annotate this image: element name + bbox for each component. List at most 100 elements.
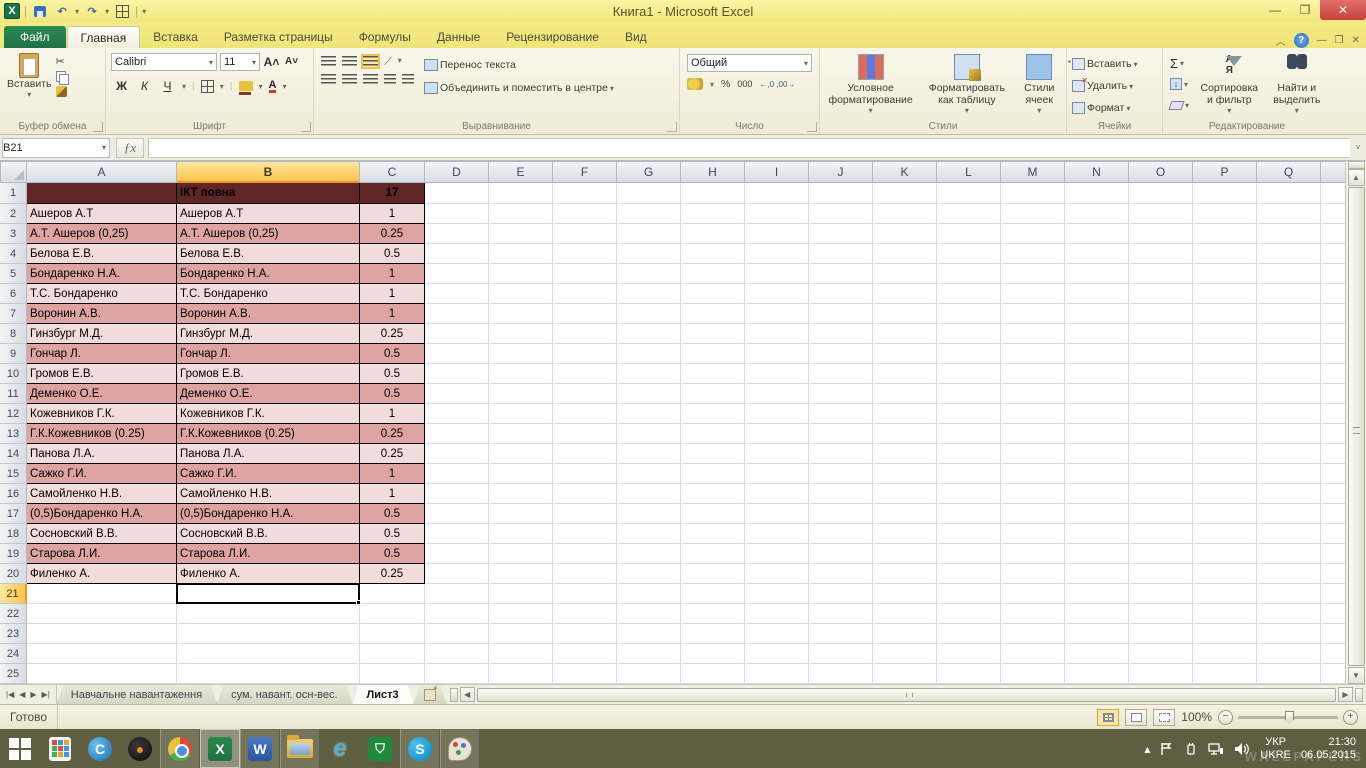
- active-cell-selection[interactable]: [176, 583, 361, 605]
- cell-J14[interactable]: [809, 444, 873, 464]
- cell-K3[interactable]: [873, 224, 937, 244]
- cell-Q11[interactable]: [1257, 384, 1321, 404]
- cell-H19[interactable]: [681, 544, 745, 564]
- column-header-L[interactable]: L: [937, 161, 1001, 183]
- redo-dropdown-icon[interactable]: ▾: [105, 7, 109, 16]
- cell-J23[interactable]: [809, 624, 873, 644]
- cell-O13[interactable]: [1129, 424, 1193, 444]
- decimal-buttons[interactable]: ←,0 ,00→: [759, 80, 795, 89]
- cell-B14[interactable]: Панова Л.А.: [177, 444, 360, 464]
- cell-C6[interactable]: 1: [360, 284, 425, 304]
- cell-J7[interactable]: [809, 304, 873, 324]
- cell-N3[interactable]: [1065, 224, 1129, 244]
- row-header-23[interactable]: 23: [0, 624, 27, 644]
- cell-I2[interactable]: [745, 204, 809, 224]
- cell-L2[interactable]: [937, 204, 1001, 224]
- cell-N12[interactable]: [1065, 404, 1129, 424]
- dialog-launcher-icon[interactable]: [807, 122, 817, 132]
- column-header-F[interactable]: F: [553, 161, 617, 183]
- cell-L4[interactable]: [937, 244, 1001, 264]
- row-header-3[interactable]: 3: [0, 224, 27, 244]
- cell-Q15[interactable]: [1257, 464, 1321, 484]
- tab-вставка[interactable]: Вставка: [140, 26, 211, 48]
- column-header-K[interactable]: K: [873, 161, 937, 183]
- cell-N4[interactable]: [1065, 244, 1129, 264]
- insert-sheet-tab[interactable]: [414, 685, 447, 704]
- cell-D12[interactable]: [425, 404, 489, 424]
- cell-D4[interactable]: [425, 244, 489, 264]
- cell-M7[interactable]: [1001, 304, 1065, 324]
- fill-color-button[interactable]: [238, 81, 253, 95]
- cell-L22[interactable]: [937, 604, 1001, 624]
- cell-I8[interactable]: [745, 324, 809, 344]
- cell-D17[interactable]: [425, 504, 489, 524]
- cell-O25[interactable]: [1129, 664, 1193, 684]
- cell-M11[interactable]: [1001, 384, 1065, 404]
- row-header-21[interactable]: 21: [0, 584, 27, 604]
- cell-fill-17[interactable]: [1321, 504, 1345, 524]
- cell-B8[interactable]: Гинзбург М.Д.: [177, 324, 360, 344]
- cell-G9[interactable]: [617, 344, 681, 364]
- cell-J3[interactable]: [809, 224, 873, 244]
- cell-Q13[interactable]: [1257, 424, 1321, 444]
- cell-J21[interactable]: [809, 584, 873, 604]
- cell-fill-13[interactable]: [1321, 424, 1345, 444]
- cell-G11[interactable]: [617, 384, 681, 404]
- cell-D19[interactable]: [425, 544, 489, 564]
- cell-C7[interactable]: 1: [360, 304, 425, 324]
- cell-N25[interactable]: [1065, 664, 1129, 684]
- cell-Q24[interactable]: [1257, 644, 1321, 664]
- cell-G14[interactable]: [617, 444, 681, 464]
- cell-fill-15[interactable]: [1321, 464, 1345, 484]
- cell-O23[interactable]: [1129, 624, 1193, 644]
- cell-P4[interactable]: [1193, 244, 1257, 264]
- cell-C2[interactable]: 1: [360, 204, 425, 224]
- cell-A7[interactable]: Воронин А.В.: [27, 304, 177, 324]
- zoom-level-label[interactable]: 100%: [1181, 710, 1212, 724]
- cell-G21[interactable]: [617, 584, 681, 604]
- grow-font-button[interactable]: A˄: [263, 53, 280, 70]
- cell-fill-11[interactable]: [1321, 384, 1345, 404]
- cell-Q1[interactable]: [1257, 183, 1321, 204]
- cell-G13[interactable]: [617, 424, 681, 444]
- last-sheet-icon[interactable]: ▶|: [40, 690, 52, 699]
- wrap-text-button[interactable]: Перенос текста: [424, 56, 614, 74]
- next-sheet-icon[interactable]: ▶: [28, 690, 38, 699]
- cell-E4[interactable]: [489, 244, 553, 264]
- column-header-H[interactable]: H: [681, 161, 745, 183]
- cell-E1[interactable]: [489, 183, 553, 204]
- clear-button[interactable]: ▾: [1168, 96, 1189, 114]
- cell-J5[interactable]: [809, 264, 873, 284]
- cell-N23[interactable]: [1065, 624, 1129, 644]
- cell-O19[interactable]: [1129, 544, 1193, 564]
- cell-A16[interactable]: Самойленко Н.В.: [27, 484, 177, 504]
- cell-L25[interactable]: [937, 664, 1001, 684]
- cell-P7[interactable]: [1193, 304, 1257, 324]
- column-header-Q[interactable]: Q: [1257, 161, 1321, 183]
- undo-dropdown-icon[interactable]: ▾: [75, 7, 79, 16]
- cell-L15[interactable]: [937, 464, 1001, 484]
- cell-D16[interactable]: [425, 484, 489, 504]
- cell-I12[interactable]: [745, 404, 809, 424]
- row-header-7[interactable]: 7: [0, 304, 27, 324]
- vertical-scrollbar[interactable]: ▲ ▼: [1345, 161, 1366, 684]
- cell-H8[interactable]: [681, 324, 745, 344]
- cell-D25[interactable]: [425, 664, 489, 684]
- cell-I10[interactable]: [745, 364, 809, 384]
- row-header-9[interactable]: 9: [0, 344, 27, 364]
- cell-P22[interactable]: [1193, 604, 1257, 624]
- cell-I17[interactable]: [745, 504, 809, 524]
- cell-fill-3[interactable]: [1321, 224, 1345, 244]
- cell-I16[interactable]: [745, 484, 809, 504]
- cell-M2[interactable]: [1001, 204, 1065, 224]
- column-header-N[interactable]: N: [1065, 161, 1129, 183]
- power-icon[interactable]: [1184, 742, 1198, 756]
- cell-G4[interactable]: [617, 244, 681, 264]
- tab-split-handle[interactable]: [449, 687, 458, 702]
- cell-P12[interactable]: [1193, 404, 1257, 424]
- cell-K8[interactable]: [873, 324, 937, 344]
- cell-L8[interactable]: [937, 324, 1001, 344]
- orientation-button[interactable]: ⟋: [384, 56, 392, 69]
- cell-D3[interactable]: [425, 224, 489, 244]
- column-header-D[interactable]: D: [425, 161, 489, 183]
